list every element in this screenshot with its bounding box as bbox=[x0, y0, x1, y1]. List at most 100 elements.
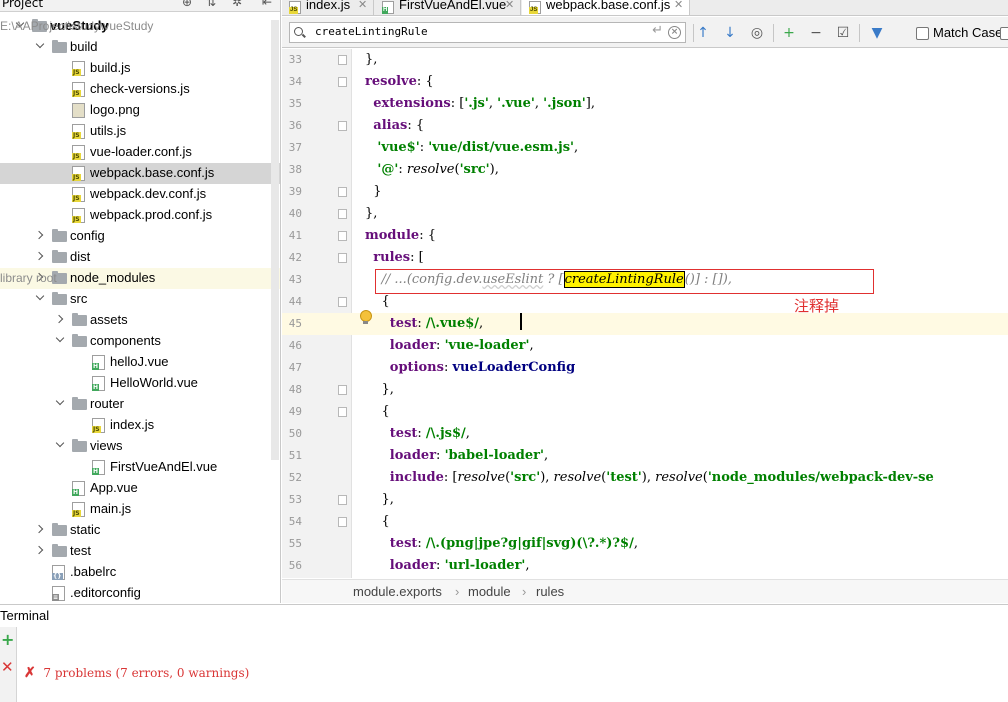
tree-item[interactable]: JS index.js bbox=[0, 415, 280, 436]
words-checkbox[interactable] bbox=[1000, 27, 1008, 40]
terminal-title[interactable]: Terminal bbox=[0, 608, 49, 623]
code-line[interactable]: 35 extensions: ['.js', '.vue', '.json'], bbox=[282, 93, 1008, 115]
tree-item[interactable]: JS webpack.dev.conf.js bbox=[0, 184, 280, 205]
search-icon[interactable] bbox=[294, 27, 303, 36]
code-line[interactable]: 38 '@': resolve('src'), bbox=[282, 159, 1008, 181]
code-line[interactable]: 33}, bbox=[282, 49, 1008, 71]
tree-item[interactable]: JS build.js bbox=[0, 58, 280, 79]
tree-item[interactable]: JS utils.js bbox=[0, 121, 280, 142]
code-line[interactable]: 53 }, bbox=[282, 489, 1008, 511]
sync-icon[interactable]: ⊕ bbox=[182, 0, 192, 9]
code-line[interactable]: 34 resolve: { bbox=[282, 71, 1008, 93]
close-icon[interactable]: ✕ bbox=[505, 0, 514, 11]
tab-webpack-base-conf-js[interactable]: JS webpack.base.conf.js ✕ bbox=[522, 0, 690, 15]
match-case-checkbox[interactable] bbox=[916, 27, 929, 40]
filter-icon[interactable]: ▼ bbox=[868, 24, 886, 42]
lightbulb-icon[interactable] bbox=[359, 310, 372, 325]
code-line[interactable]: 44 { bbox=[282, 291, 1008, 313]
code-line[interactable]: 47 options: vueLoaderConfig bbox=[282, 357, 1008, 379]
collapse-icon[interactable]: ⇅ bbox=[206, 0, 216, 9]
tree-scrollbar[interactable] bbox=[271, 20, 279, 460]
tree-item[interactable]: config bbox=[0, 226, 280, 247]
code-line[interactable]: 36 alias: { bbox=[282, 115, 1008, 137]
tree-item[interactable]: views bbox=[0, 436, 280, 457]
code-line[interactable]: 41 module: { bbox=[282, 225, 1008, 247]
fold-marker-icon[interactable] bbox=[338, 55, 347, 65]
close-session-icon[interactable]: ✕ bbox=[1, 660, 14, 675]
previous-occurrence-icon[interactable]: ↑ bbox=[694, 24, 712, 42]
code-line[interactable]: 42 rules: [ bbox=[282, 247, 1008, 269]
new-session-icon[interactable]: + bbox=[1, 632, 14, 648]
tab-firstvueandel-vue[interactable]: H FirstVueAndEl.vue ✕ bbox=[375, 0, 521, 15]
project-panel-title[interactable]: Project bbox=[2, 0, 43, 10]
hide-icon[interactable]: ⇤ bbox=[262, 0, 272, 9]
fold-marker-icon[interactable] bbox=[338, 253, 347, 263]
fold-marker-icon[interactable] bbox=[338, 517, 347, 527]
next-occurrence-icon[interactable]: ↓ bbox=[721, 24, 739, 42]
fold-marker-icon[interactable] bbox=[338, 495, 347, 505]
tree-item[interactable]: JS webpack.prod.conf.js bbox=[0, 205, 280, 226]
search-field[interactable]: createLintingRule ↵ × bbox=[289, 22, 686, 43]
chevron-down-icon[interactable] bbox=[34, 37, 46, 58]
code-line[interactable]: 46 loader: 'vue-loader', bbox=[282, 335, 1008, 357]
code-line[interactable]: 45 test: /\.vue$/, bbox=[282, 313, 1008, 335]
tree-item[interactable]: node_modules library root bbox=[0, 268, 280, 289]
chevron-right-icon[interactable] bbox=[54, 310, 66, 331]
chevron-down-icon[interactable] bbox=[34, 289, 46, 310]
code-line[interactable]: 49 { bbox=[282, 401, 1008, 423]
tree-item[interactable]: {} .babelrc bbox=[0, 562, 280, 583]
tree-item[interactable]: JS main.js bbox=[0, 499, 280, 520]
chevron-right-icon[interactable] bbox=[34, 520, 46, 541]
match-case-label[interactable]: Match Case bbox=[933, 25, 1002, 40]
code-editor[interactable]: 33}, 34 resolve: {35 extensions: ['.js', '… bbox=[282, 49, 1008, 578]
chevron-down-icon[interactable] bbox=[54, 436, 66, 457]
chevron-down-icon[interactable] bbox=[54, 331, 66, 352]
add-selection-icon[interactable]: + bbox=[780, 24, 798, 42]
tree-item[interactable]: logo.png bbox=[0, 100, 280, 121]
code-line[interactable]: 48 }, bbox=[282, 379, 1008, 401]
fold-marker-icon[interactable] bbox=[338, 407, 347, 417]
tree-item[interactable]: components bbox=[0, 331, 280, 352]
tree-item[interactable]: HhelloJ.vue bbox=[0, 352, 280, 373]
tree-item[interactable]: H HelloWorld.vue bbox=[0, 373, 280, 394]
tree-item[interactable]: JS check-versions.js bbox=[0, 79, 280, 100]
select-all-occurrences-icon[interactable]: ☑ bbox=[834, 24, 852, 42]
fold-marker-icon[interactable] bbox=[338, 231, 347, 241]
tree-item[interactable]: H FirstVueAndEl.vue bbox=[0, 457, 280, 478]
tree-item[interactable]: router bbox=[0, 394, 280, 415]
code-line[interactable]: 54 { bbox=[282, 511, 1008, 533]
breadcrumb-item[interactable]: rules bbox=[536, 584, 564, 599]
remove-selection-icon[interactable]: − bbox=[807, 24, 825, 42]
clear-search-icon[interactable]: × bbox=[668, 26, 681, 39]
fold-marker-icon[interactable] bbox=[338, 297, 347, 307]
fold-marker-icon[interactable] bbox=[338, 77, 347, 87]
tree-item[interactable]: static bbox=[0, 520, 280, 541]
tree-item[interactable]: dist bbox=[0, 247, 280, 268]
tree-item[interactable]: ≡ .editorconfig bbox=[0, 583, 280, 603]
tree-item[interactable]: vueStudy E:\AAProject\study\vueStudy bbox=[0, 16, 280, 37]
tree-item[interactable]: JS vue-loader.conf.js bbox=[0, 142, 280, 163]
code-line[interactable]: 51 loader: 'babel-loader', bbox=[282, 445, 1008, 467]
breadcrumb-item[interactable]: module.exports bbox=[353, 584, 442, 599]
chevron-right-icon[interactable] bbox=[34, 226, 46, 247]
find-all-icon[interactable]: ◎ bbox=[748, 24, 766, 42]
tree-item[interactable]: src bbox=[0, 289, 280, 310]
fold-marker-icon[interactable] bbox=[338, 187, 347, 197]
fold-marker-icon[interactable] bbox=[338, 121, 347, 131]
tree-item[interactable]: JS webpack.base.conf.js bbox=[0, 163, 280, 184]
tree-item[interactable]: test bbox=[0, 541, 280, 562]
chevron-right-icon[interactable] bbox=[34, 541, 46, 562]
code-line[interactable]: 37 'vue$': 'vue/dist/vue.esm.js', bbox=[282, 137, 1008, 159]
tab-index-js[interactable]: JS index.js ✕ bbox=[282, 0, 374, 15]
code-line[interactable]: 52 include: [resolve('src'), resolve('te… bbox=[282, 467, 1008, 489]
fold-marker-icon[interactable] bbox=[338, 209, 347, 219]
close-icon[interactable]: ✕ bbox=[674, 0, 683, 11]
tree-item[interactable]: build bbox=[0, 37, 280, 58]
chevron-down-icon[interactable] bbox=[54, 394, 66, 415]
code-line[interactable]: 50 test: /\.js$/, bbox=[282, 423, 1008, 445]
breadcrumb-item[interactable]: module bbox=[468, 584, 511, 599]
tree-item[interactable]: assets bbox=[0, 310, 280, 331]
chevron-right-icon[interactable] bbox=[34, 247, 46, 268]
tree-item[interactable]: H App.vue bbox=[0, 478, 280, 499]
search-query[interactable]: createLintingRule bbox=[315, 25, 428, 38]
